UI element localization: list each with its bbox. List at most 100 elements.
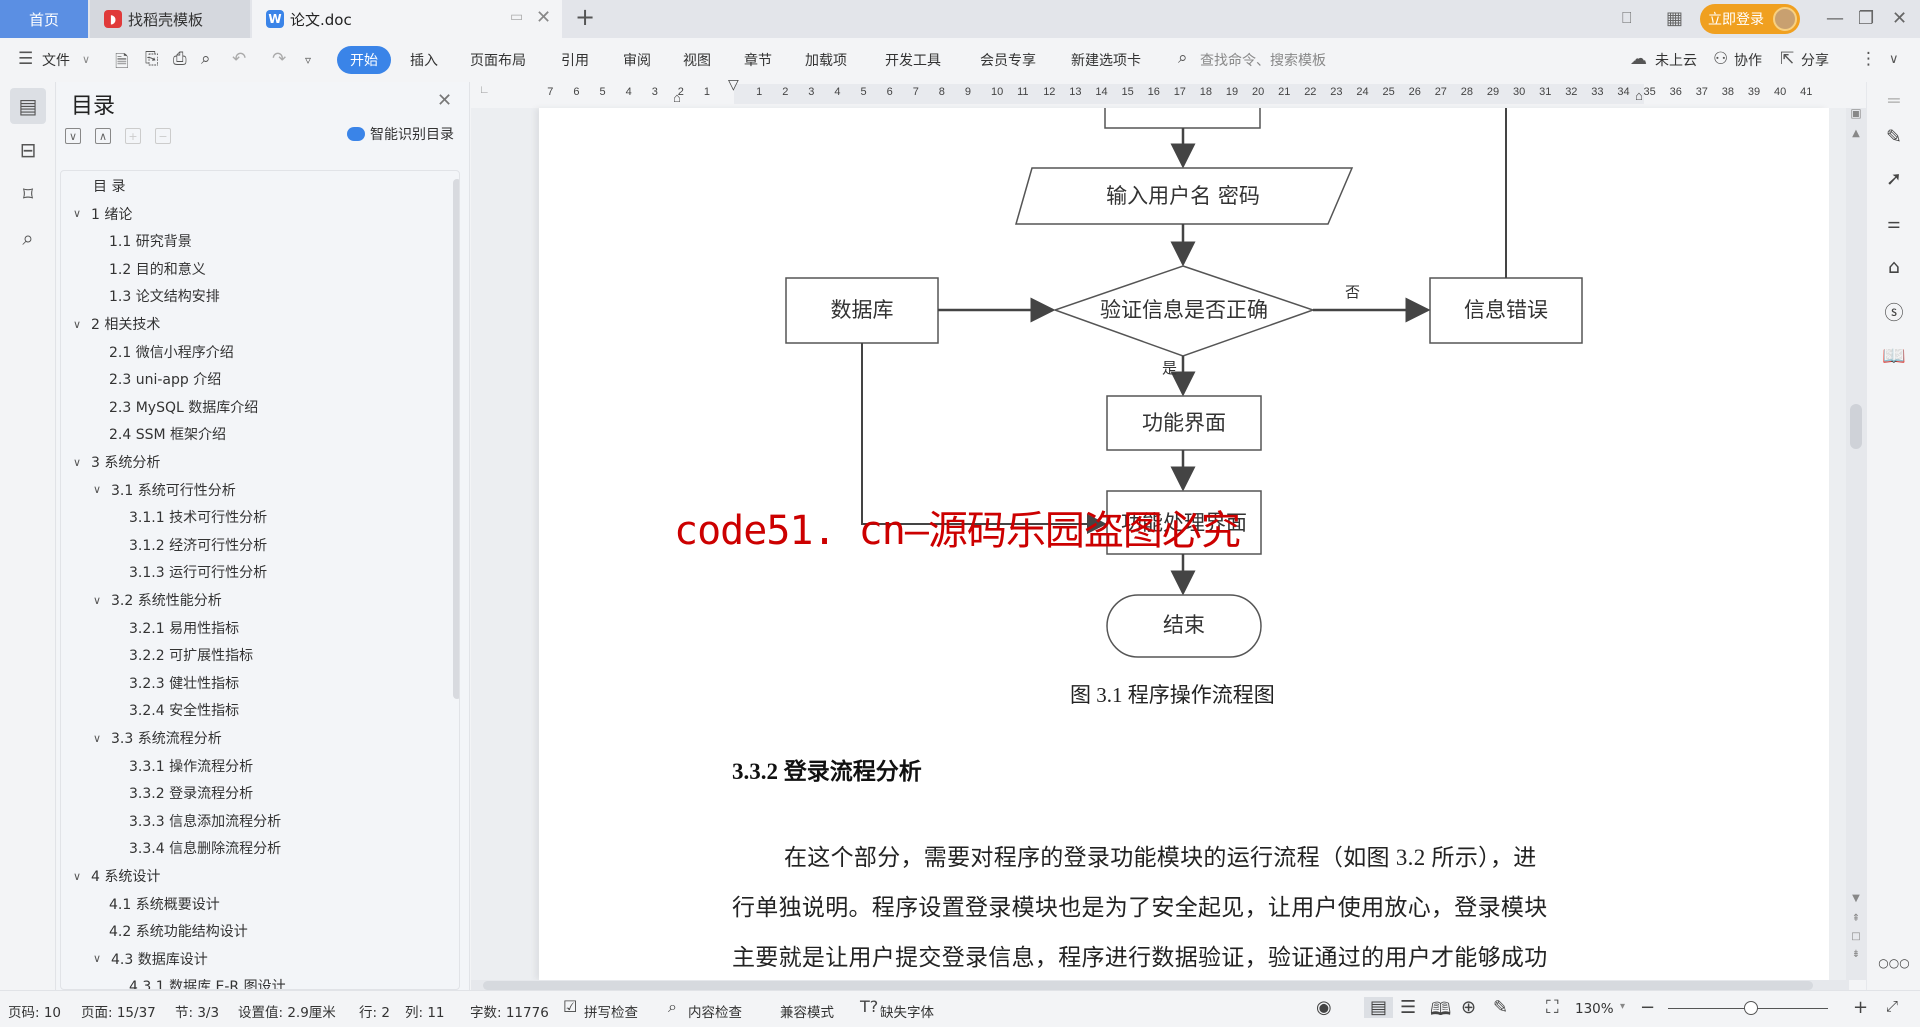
new-tab-button[interactable]: + <box>575 3 595 31</box>
right-indent-marker[interactable]: ⌂ <box>1635 88 1643 103</box>
reading-view-icon[interactable]: 🕮 <box>1430 997 1451 1027</box>
adjust-sliders-icon[interactable]: ⚌ <box>1879 208 1909 238</box>
writing-mode-icon[interactable]: ✎ <box>1493 997 1508 1018</box>
setting-value[interactable]: 设置值: 2.9厘米 <box>238 1001 336 1021</box>
nav-pane-icon[interactable]: ⊟ <box>10 132 46 168</box>
reading-mode-icon[interactable]: ⎕ <box>1622 8 1632 28</box>
demote-level-icon[interactable]: − <box>155 128 171 144</box>
export-pdf-icon[interactable]: ⎘ <box>145 49 159 69</box>
outline-view-icon[interactable]: ☰ <box>1400 997 1416 1018</box>
toc-item[interactable]: 1.1 研究背景 <box>109 230 192 252</box>
print-icon[interactable]: ⎙ <box>173 49 187 69</box>
toc-item[interactable]: 1.3 论文结构安排 <box>109 285 220 307</box>
vertical-scroll-thumb[interactable] <box>1850 404 1862 449</box>
scroll-up-icon[interactable]: ▲ <box>1850 128 1862 139</box>
toc-item[interactable]: 4.2 系统功能结构设计 <box>109 920 248 942</box>
command-search-input[interactable]: 查找命令、搜索模板 <box>1200 50 1326 70</box>
toc-item[interactable]: 3.1.2 经济可行性分析 <box>129 534 267 556</box>
tab-references[interactable]: 引用 <box>561 50 589 70</box>
word-count[interactable]: 字数: 11776 <box>470 1001 549 1021</box>
undo-icon[interactable]: ↶ <box>232 49 246 69</box>
toc-item[interactable]: ∨ 3.3 系统流程分析 <box>93 727 222 749</box>
more-options-icon[interactable]: ⋮ <box>1860 49 1877 69</box>
next-page-icon[interactable]: ⇟ <box>1850 949 1862 960</box>
toc-scrollbar[interactable] <box>453 179 459 699</box>
toc-item[interactable]: ∨ 4 系统设计 <box>73 865 160 887</box>
bookmark-icon[interactable]: ⌑ <box>10 176 46 212</box>
fullscreen-icon[interactable]: ⤢ <box>1886 997 1898 1015</box>
horizontal-scroll-thumb[interactable] <box>483 981 1813 990</box>
toc-item[interactable]: 4.1 系统概要设计 <box>109 893 220 915</box>
tab-developer[interactable]: 开发工具 <box>885 50 941 70</box>
chevron-down-icon[interactable]: ∨ <box>73 207 87 220</box>
compat-mode-label[interactable]: 兼容模式 <box>780 1001 834 1021</box>
zoom-slider-handle[interactable] <box>1744 1001 1759 1015</box>
eye-protection-icon[interactable]: ◉ <box>1316 997 1332 1018</box>
tab-chapter[interactable]: 章节 <box>744 50 772 70</box>
toc-item[interactable]: 3.1.1 技术可行性分析 <box>129 506 267 528</box>
tab-document[interactable]: W 论文.doc ▭ ✕ <box>252 0 562 38</box>
collaborate-button[interactable]: 协作 <box>1734 50 1762 70</box>
toc-item[interactable]: 4.3.1 数据库 E-R 图设计 <box>129 975 286 989</box>
tab-page-layout[interactable]: 页面布局 <box>470 50 526 70</box>
vertical-scrollbar[interactable]: ▣ ▲ ▼ ⇞ □ ⇟ <box>1846 106 1866 980</box>
chevron-down-icon[interactable]: ∨ <box>73 456 87 469</box>
toc-item[interactable]: ∨ 1 绪论 <box>73 203 132 225</box>
tab-home[interactable]: 首页 <box>0 0 88 38</box>
promote-level-icon[interactable]: + <box>125 128 141 144</box>
collapse-ribbon-icon[interactable]: ∨ <box>1889 52 1899 67</box>
toc-item[interactable]: 目 录 <box>93 175 125 197</box>
login-button[interactable]: 立即登录 <box>1700 4 1800 34</box>
toc-item[interactable]: ∨ 4.3 数据库设计 <box>93 948 208 970</box>
close-window-icon[interactable]: ✕ <box>1892 8 1907 29</box>
ruler-toggle-icon[interactable]: ▣ <box>1850 106 1862 120</box>
select-browse-object-icon[interactable]: □ <box>1850 931 1862 942</box>
toc-item[interactable]: ∨ 3 系统分析 <box>73 451 160 473</box>
hamburger-menu-icon[interactable]: ☰ <box>18 49 33 69</box>
file-menu[interactable]: 文件 <box>42 50 70 70</box>
print-preview-icon[interactable]: ⌕ <box>201 49 211 69</box>
horizontal-ruler[interactable]: ∟ 7 6 5 4 3 2 1 1 2 3 4 5 6 7 8 9 10 11 12 13 14 15 16 17 18 19 20… <box>471 76 1861 108</box>
tab-member[interactable]: 会员专享 <box>980 50 1036 70</box>
more-tools-icon[interactable]: ○○○ <box>1878 948 1909 978</box>
tab-addins[interactable]: 加载项 <box>805 50 847 70</box>
spell-check-button[interactable]: 拼写检查 <box>584 1001 638 1021</box>
page-number[interactable]: 页码: 10 <box>8 1001 61 1021</box>
find-icon[interactable]: ⌕ <box>10 220 46 256</box>
toc-item[interactable]: 2.3 uni-app 介绍 <box>109 368 221 390</box>
tab-insert[interactable]: 插入 <box>410 50 438 70</box>
close-panel-icon[interactable]: ✕ <box>437 90 452 111</box>
save-icon[interactable]: 🗎 <box>115 49 129 78</box>
left-indent-marker[interactable]: ⌂ <box>673 90 681 105</box>
column-info[interactable]: 列: 11 <box>405 1001 445 1021</box>
toc-item[interactable]: 2.4 SSM 框架介绍 <box>109 423 226 445</box>
tab-view[interactable]: 视图 <box>683 50 711 70</box>
toc-item[interactable]: 3.2.4 安全性指标 <box>129 699 239 721</box>
panel-menu-icon[interactable]: ═ <box>1879 86 1909 116</box>
toc-item[interactable]: 3.2.3 健壮性指标 <box>129 672 239 694</box>
chevron-down-icon[interactable]: ∨ <box>93 483 107 496</box>
toc-item[interactable]: 3.2.1 易用性指标 <box>129 617 239 639</box>
zoom-level-dropdown[interactable]: 130% <box>1575 1001 1614 1017</box>
smart-toc-button[interactable]: 智能识别目录 <box>347 124 454 144</box>
collapse-all-icon[interactable]: ∧ <box>95 128 111 144</box>
toc-panel-icon[interactable]: ▤ <box>10 88 46 124</box>
missing-font-button[interactable]: 缺失字体 <box>880 1001 934 1021</box>
toc-item[interactable]: ∨ 2 相关技术 <box>73 313 160 335</box>
ai-assistant-icon[interactable]: ⓢ <box>1879 296 1909 326</box>
chevron-down-icon[interactable]: ∨ <box>73 870 87 883</box>
toc-item[interactable]: 2.1 微信小程序介绍 <box>109 341 234 363</box>
page-view-icon[interactable]: ▤ <box>1364 997 1394 1018</box>
edit-pen-icon[interactable]: ✎ <box>1879 122 1909 152</box>
chevron-down-icon[interactable]: ∨ <box>93 952 107 965</box>
toc-item[interactable]: 3.3.2 登录流程分析 <box>129 782 253 804</box>
first-line-indent-marker[interactable]: ▽ <box>728 76 739 93</box>
tab-new-tab[interactable]: 新建选项卡 <box>1071 50 1141 70</box>
minimize-icon[interactable]: — <box>1826 8 1844 29</box>
toc-item[interactable]: 1.2 目的和意义 <box>109 258 206 280</box>
toc-item[interactable]: 3.2.2 可扩展性指标 <box>129 644 253 666</box>
page-count[interactable]: 页面: 15/37 <box>81 1001 156 1021</box>
grid-apps-icon[interactable]: ▦ <box>1666 8 1683 29</box>
chevron-down-icon[interactable]: ∨ <box>93 594 107 607</box>
tab-start[interactable]: 开始 <box>337 46 391 74</box>
